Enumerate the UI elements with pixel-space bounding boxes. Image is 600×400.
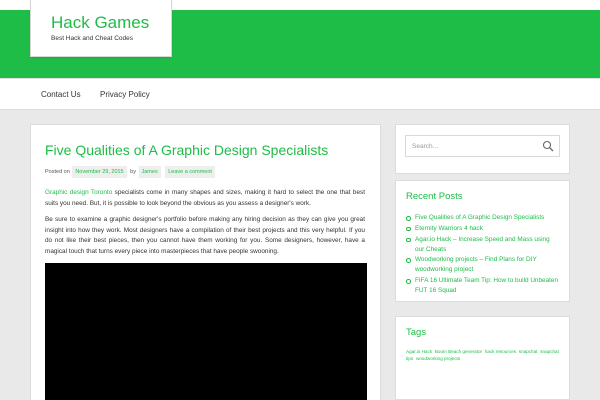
nav-item-privacy-policy[interactable]: Privacy Policy xyxy=(100,90,150,99)
site-title[interactable]: Hack Games xyxy=(51,13,171,33)
post-title[interactable]: Five Qualities of A Graphic Design Speci… xyxy=(45,141,365,159)
recent-posts-widget: Recent Posts Five Qualities of A Graphic… xyxy=(395,180,570,302)
search-box xyxy=(405,135,560,157)
post-paragraph-2: Be sure to examine a graphic designer's … xyxy=(45,216,365,255)
by-label: by xyxy=(130,169,136,175)
search-icon[interactable] xyxy=(542,140,554,152)
site-branding: Hack Games Best Hack and Cheat Codes xyxy=(30,0,172,57)
recent-posts-title: Recent Posts xyxy=(406,191,463,202)
video-embed[interactable] xyxy=(45,263,367,400)
tag-link[interactable]: hack resources xyxy=(485,349,516,354)
recent-post-item[interactable]: Five Qualities of A Graphic Design Speci… xyxy=(406,213,559,223)
circle-bullet-icon xyxy=(406,226,411,232)
tag-link[interactable]: Boom Beach generator xyxy=(435,349,482,354)
recent-post-item[interactable]: Eternity Warriors 4 hack xyxy=(406,224,559,234)
post-article: Five Qualities of A Graphic Design Speci… xyxy=(30,124,381,400)
tag-link[interactable]: snapchat xyxy=(519,349,538,354)
main-navigation: Contact Us Privacy Policy xyxy=(0,78,600,110)
post-meta: Posted on November 29, 2015 by James Lea… xyxy=(45,166,365,178)
recent-post-item[interactable]: FIFA 16 Ultimate Team Tip: How to build … xyxy=(406,276,559,296)
post-paragraph-1: Graphic design Toronto specialists come … xyxy=(45,188,365,209)
post-author-link[interactable]: James xyxy=(138,166,161,178)
tags-widget: Tags Agar.io Hack Boom Beach generator h… xyxy=(395,316,570,400)
recent-post-item[interactable]: Agar.io Hack – Increase Speed and Mass u… xyxy=(406,235,559,255)
toronto-link[interactable]: Toronto xyxy=(91,189,112,196)
circle-bullet-icon xyxy=(406,237,411,243)
search-widget xyxy=(395,124,570,174)
site-description: Best Hack and Cheat Codes xyxy=(51,35,134,42)
tag-link[interactable]: Agar.io Hack xyxy=(406,349,432,354)
search-input[interactable] xyxy=(406,136,536,156)
circle-bullet-icon xyxy=(406,258,411,263)
tag-link[interactable]: woodworking projects xyxy=(416,356,460,361)
recent-post-item[interactable]: Woodworking projects – Find Plans for DI… xyxy=(406,255,559,275)
posted-on-label: Posted on xyxy=(45,169,70,175)
recent-posts-list: Five Qualities of A Graphic Design Speci… xyxy=(406,213,559,296)
nav-item-contact-us[interactable]: Contact Us xyxy=(41,90,81,99)
leave-comment-link[interactable]: Leave a comment xyxy=(165,166,215,178)
circle-bullet-icon xyxy=(406,279,411,284)
tags-title: Tags xyxy=(406,327,427,338)
tag-cloud: Agar.io Hack Boom Beach generator hack r… xyxy=(406,348,559,362)
graphic-design-link[interactable]: Graphic design xyxy=(45,189,89,196)
post-date-link[interactable]: November 29, 2015 xyxy=(72,166,127,178)
circle-bullet-icon xyxy=(406,216,411,221)
